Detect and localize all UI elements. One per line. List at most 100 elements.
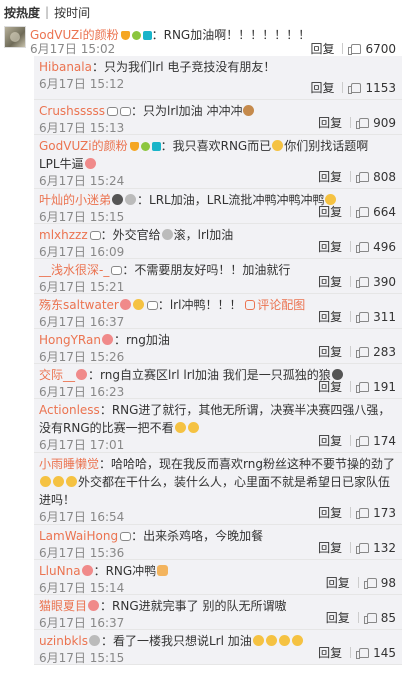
reply-button[interactable]: 回复 — [318, 644, 342, 661]
divider — [342, 82, 344, 93]
reply-button[interactable]: 回复 — [318, 504, 342, 521]
like-icon[interactable] — [356, 117, 370, 129]
emoji-icon — [66, 476, 77, 487]
emoji-icon — [40, 476, 51, 487]
divider — [350, 171, 352, 182]
like-icon[interactable] — [356, 311, 370, 323]
like-count: 85 — [380, 610, 396, 625]
reply-button[interactable]: 回复 — [318, 114, 342, 131]
like-icon[interactable] — [348, 82, 362, 94]
like-icon[interactable] — [363, 577, 377, 589]
like-icon[interactable] — [356, 171, 370, 183]
emoji-icon — [174, 422, 186, 433]
emoji-icon — [53, 476, 64, 487]
sort-bar: 按热度 | 按时间 — [0, 0, 402, 24]
badge-icon — [111, 266, 123, 275]
like-count: 174 — [373, 433, 396, 448]
reply-user[interactable]: 小雨睡懒觉 — [39, 457, 99, 471]
reply-user[interactable]: Actionless — [39, 403, 100, 417]
badge-icon — [120, 107, 132, 116]
reply-text-2: 你们别找话题啊 — [284, 139, 369, 153]
reply-text: ：RNG冲鸭 — [93, 564, 157, 578]
list-item: 小雨睡懒觉：哈哈哈，现在我反而喜欢rng粉丝这种不要节操的劲了外交都在干什么，装… — [34, 453, 402, 525]
reply-user[interactable]: HongYRan — [39, 333, 101, 347]
reply-button[interactable]: 回复 — [318, 168, 342, 185]
like-icon[interactable] — [363, 612, 377, 624]
view-image-link[interactable]: 评论配图 — [245, 298, 305, 312]
sort-by-hot[interactable]: 按热度 — [4, 4, 40, 21]
reply-user[interactable]: Crushsssss — [39, 104, 105, 118]
like-icon[interactable] — [356, 241, 370, 253]
reply-button[interactable]: 回复 — [318, 432, 342, 449]
divider — [350, 311, 352, 322]
like-count: 132 — [373, 540, 396, 555]
like-icon[interactable] — [356, 381, 370, 393]
reply-user[interactable]: 猫眼夏目 — [39, 599, 87, 613]
reply-text: ：lrl冲鸭！！！ — [157, 298, 242, 312]
like-icon[interactable] — [356, 435, 370, 447]
sort-separator: | — [45, 5, 50, 19]
divider — [350, 542, 352, 553]
list-item: Hibanala：只为我们lrl 电子竞技没有朋友！ 6月17日 15:12 回… — [34, 56, 402, 100]
reply-user[interactable]: 殇东saltwater — [39, 298, 119, 312]
reply-text-2: 滚，lrl加油 — [173, 228, 234, 242]
reply-button[interactable]: 回复 — [310, 79, 334, 96]
reply-button[interactable]: 回复 — [326, 574, 350, 591]
reply-button[interactable]: 回复 — [318, 378, 342, 395]
emoji-icon — [291, 635, 303, 646]
like-icon[interactable] — [356, 647, 370, 659]
reply-user[interactable]: 叶灿的小迷弟 — [39, 193, 111, 207]
list-item: __浅水很深-_ ：不需要朋友好吗！！加油就行 6月17日 15:21 回复 390 — [34, 259, 402, 294]
top-comment-text: ：RNG加油啊！！！！！！！ — [151, 28, 311, 42]
reply-button[interactable]: 回复 — [318, 203, 342, 220]
top-comment-time: 6月17日 15:02 — [30, 42, 116, 56]
reply-list: Hibanala：只为我们lrl 电子竞技没有朋友！ 6月17日 15:12 回… — [34, 56, 402, 665]
reply-button[interactable]: 回复 — [318, 539, 342, 556]
like-count: 311 — [373, 309, 396, 324]
like-icon[interactable] — [356, 206, 370, 218]
reply-user[interactable]: __浅水很深-_ — [39, 263, 109, 277]
sort-by-time[interactable]: 按时间 — [54, 4, 90, 21]
member-icon — [140, 142, 150, 151]
reply-user[interactable]: mlxhzzz — [39, 228, 88, 242]
reply-button[interactable]: 回复 — [318, 238, 342, 255]
reply-user[interactable]: GodVUZi的颜粉 — [39, 139, 128, 153]
like-count: 173 — [373, 505, 396, 520]
fan-badge-icon — [151, 142, 161, 151]
reply-text: ：rng加油 — [113, 333, 170, 347]
reply-button[interactable]: 回复 — [326, 609, 350, 626]
like-count: 191 — [373, 379, 396, 394]
reply-button[interactable]: 回复 — [318, 273, 342, 290]
emoji-icon — [252, 635, 264, 646]
reply-button[interactable]: 回复 — [310, 40, 334, 57]
view-image-label: 评论配图 — [257, 298, 306, 312]
verified-icon — [129, 142, 139, 151]
like-count: 496 — [373, 239, 396, 254]
avatar[interactable] — [4, 26, 26, 48]
reply-user[interactable]: Hibanala — [39, 60, 92, 74]
list-item: 猫眼夏目 ：RNG进就完事了 别的队无所谓嗷 6月17日 16:37 回复 85 — [34, 595, 402, 630]
divider — [350, 117, 352, 128]
reply-user[interactable]: LamWaiHong — [39, 529, 118, 543]
like-icon[interactable] — [356, 507, 370, 519]
list-item: 叶灿的小迷弟 ：LRL加油，LRL流批冲鸭冲鸭冲鸭 6月17日 15:15 回复 6… — [34, 189, 402, 224]
like-icon[interactable] — [356, 276, 370, 288]
divider — [350, 241, 352, 252]
reply-user[interactable]: 交际__ — [39, 368, 75, 382]
verified-icon — [120, 31, 130, 40]
like-icon[interactable] — [348, 43, 362, 55]
reply-user[interactable]: uzinbkls — [39, 634, 88, 648]
image-icon — [245, 300, 256, 310]
divider — [350, 276, 352, 287]
like-icon[interactable] — [356, 542, 370, 554]
reply-button[interactable]: 回复 — [318, 343, 342, 360]
like-count: 145 — [373, 645, 396, 660]
divider — [357, 612, 359, 623]
emoji-icon — [81, 565, 93, 576]
reply-button[interactable]: 回复 — [318, 308, 342, 325]
like-icon[interactable] — [356, 346, 370, 358]
reply-text-2: 冲鸭冲鸭冲鸭 — [252, 193, 325, 207]
reply-user[interactable]: LluNna — [39, 564, 81, 578]
emoji-icon — [161, 229, 173, 240]
badge-icon — [120, 532, 132, 541]
